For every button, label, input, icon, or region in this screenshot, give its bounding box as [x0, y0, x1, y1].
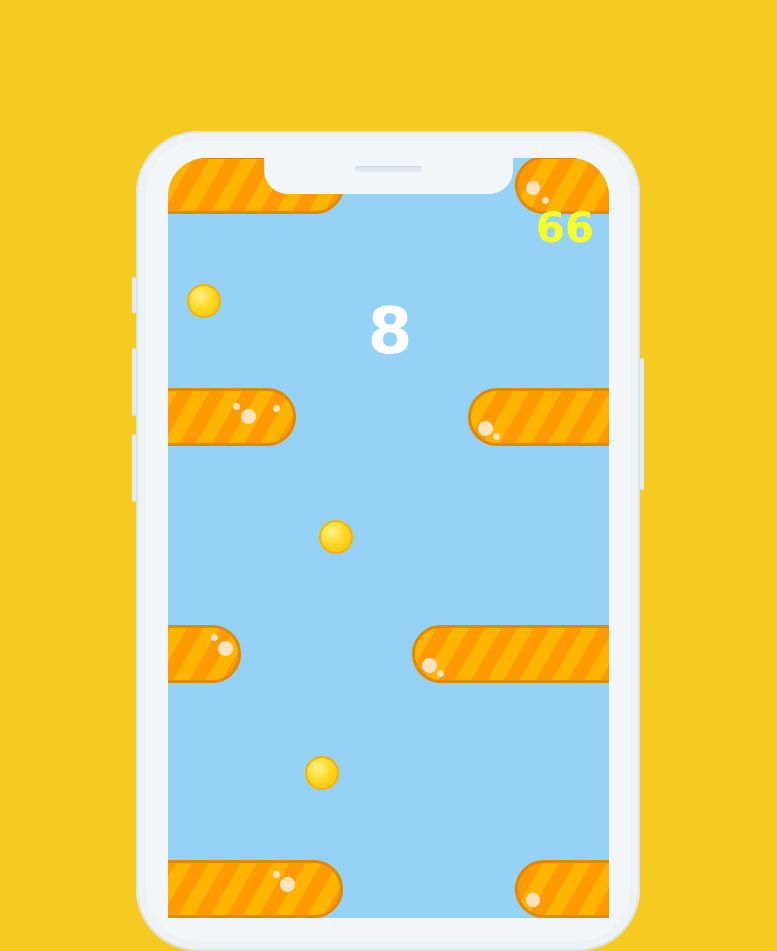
phone-volume-down-button — [132, 434, 136, 502]
coin — [187, 284, 221, 318]
coin-count-display: 66 — [535, 203, 595, 252]
phone-notch — [264, 150, 513, 194]
platform-highlight — [280, 877, 295, 892]
phone-volume-up-button — [132, 348, 136, 416]
platform-highlight — [241, 409, 256, 424]
game-screen[interactable] — [168, 158, 609, 918]
score-display: 8 — [367, 295, 413, 369]
platform-highlight — [233, 403, 240, 410]
platform-highlight — [211, 634, 218, 641]
platform — [412, 625, 609, 683]
platform-highlight — [422, 658, 437, 673]
platform — [168, 388, 296, 446]
coin — [305, 756, 339, 790]
phone-power-button — [640, 358, 644, 490]
platform — [168, 625, 241, 683]
platform-highlight — [218, 641, 233, 656]
platform — [468, 388, 609, 446]
phone-speaker — [355, 166, 422, 172]
phone-silent-switch — [132, 277, 136, 313]
coin — [319, 520, 353, 554]
platform-highlight — [478, 421, 493, 436]
platform-highlight — [437, 670, 444, 677]
platform — [515, 860, 609, 918]
platform-highlight — [493, 433, 500, 440]
platform-highlight — [526, 893, 540, 907]
platform — [168, 860, 343, 918]
platform-highlight — [273, 871, 280, 878]
platform-highlight — [526, 181, 540, 195]
